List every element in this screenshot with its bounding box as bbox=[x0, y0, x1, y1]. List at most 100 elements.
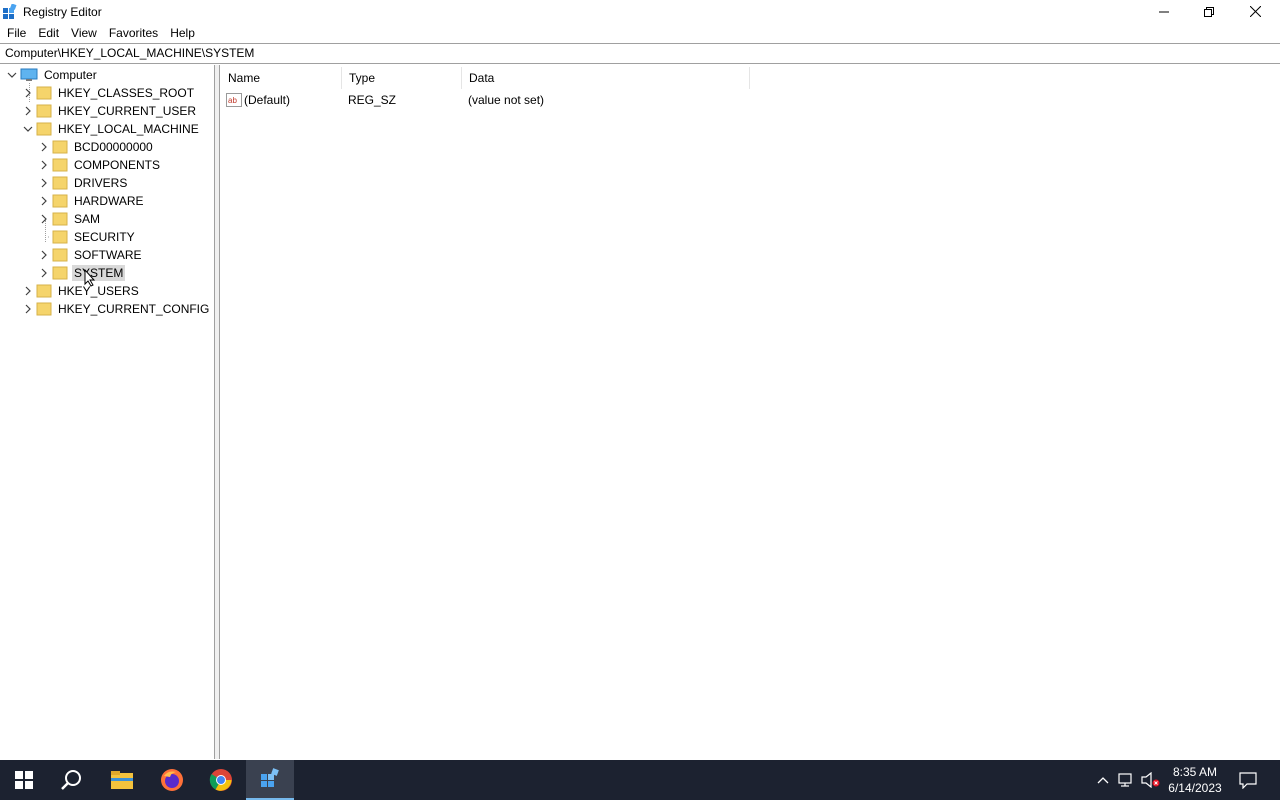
chevron-right-icon[interactable] bbox=[20, 283, 36, 299]
tree-item-label: BCD00000000 bbox=[74, 140, 153, 154]
tree-item-hardware[interactable]: HARDWARE bbox=[36, 192, 146, 210]
registry-editor-icon bbox=[261, 768, 279, 787]
tree-item-label: Computer bbox=[44, 68, 97, 82]
tree-item-label: HARDWARE bbox=[74, 194, 144, 208]
value-type: REG_SZ bbox=[348, 93, 397, 107]
menu-help[interactable]: Help bbox=[164, 24, 201, 43]
minimize-button[interactable] bbox=[1141, 0, 1187, 23]
show-hidden-icons-button[interactable] bbox=[1093, 760, 1113, 800]
chevron-right-icon[interactable] bbox=[20, 301, 36, 317]
key-tree[interactable]: Computer HKEY_CLASSES_ROOT HKEY_CURRENT_… bbox=[0, 65, 215, 759]
tree-item-label: HKEY_CURRENT_USER bbox=[58, 104, 197, 118]
volume-muted-icon bbox=[1141, 772, 1160, 788]
taskbar-clock[interactable]: 8:35 AM 6/14/2023 bbox=[1160, 764, 1230, 796]
tree-item-label: DRIVERS bbox=[74, 176, 128, 190]
chevron-right-icon[interactable] bbox=[36, 157, 52, 173]
tree-item-label: COMPONENTS bbox=[74, 158, 161, 172]
list-item[interactable]: ab (Default) REG_SZ (value not set) bbox=[221, 91, 544, 109]
tree-item-label: HKEY_USERS bbox=[58, 284, 139, 298]
list-header: Name Type Data bbox=[221, 67, 751, 89]
tree-item-label: SECURITY bbox=[74, 230, 135, 244]
folder-icon bbox=[52, 212, 68, 226]
file-explorer-button[interactable] bbox=[98, 760, 146, 800]
minimize-icon bbox=[1159, 11, 1169, 12]
tree-item-hkey-classes-root[interactable]: HKEY_CLASSES_ROOT bbox=[20, 84, 196, 102]
chevron-right-icon[interactable] bbox=[36, 139, 52, 155]
value-data: (value not set) bbox=[468, 93, 545, 107]
registry-editor-icon bbox=[3, 3, 17, 19]
tree-item-label: HKEY_CLASSES_ROOT bbox=[58, 86, 195, 100]
folder-icon bbox=[52, 266, 68, 280]
tree-item-software[interactable]: SOFTWARE bbox=[36, 246, 144, 264]
tree-item-label: HKEY_CURRENT_CONFIG bbox=[58, 302, 210, 316]
tree-item-drivers[interactable]: DRIVERS bbox=[36, 174, 129, 192]
menu-edit[interactable]: Edit bbox=[32, 24, 65, 43]
pane-splitter[interactable] bbox=[215, 65, 220, 759]
chevron-right-icon[interactable] bbox=[36, 211, 52, 227]
tree-item-label-selected: SYSTEM bbox=[72, 265, 126, 281]
value-name: (Default) bbox=[244, 93, 291, 107]
folder-icon bbox=[36, 284, 52, 298]
chevron-right-icon[interactable] bbox=[36, 175, 52, 191]
window-title: Registry Editor bbox=[23, 4, 102, 19]
chevron-right-icon[interactable] bbox=[20, 103, 36, 119]
chevron-up-icon bbox=[1097, 777, 1109, 784]
tree-connector bbox=[36, 229, 52, 245]
menu-file[interactable]: File bbox=[1, 24, 32, 43]
action-center-button[interactable] bbox=[1232, 760, 1264, 800]
computer-icon bbox=[20, 68, 38, 81]
tree-item-hkey-local-machine[interactable]: HKEY_LOCAL_MACHINE bbox=[20, 120, 201, 138]
restore-button[interactable] bbox=[1186, 0, 1232, 23]
close-button[interactable] bbox=[1232, 0, 1278, 23]
clock-date: 6/14/2023 bbox=[1168, 781, 1222, 795]
string-value-icon: ab bbox=[226, 93, 242, 107]
search-button[interactable] bbox=[48, 760, 96, 800]
column-header-type[interactable]: Type bbox=[342, 67, 462, 89]
taskbar: 8:35 AM 6/14/2023 bbox=[0, 760, 1280, 800]
notification-icon bbox=[1239, 772, 1257, 789]
folder-icon bbox=[52, 248, 68, 262]
chrome-button[interactable] bbox=[197, 760, 245, 800]
menu-view[interactable]: View bbox=[65, 24, 103, 43]
tree-item-hkey-users[interactable]: HKEY_USERS bbox=[20, 282, 141, 300]
folder-icon bbox=[52, 176, 68, 190]
tree-item-components[interactable]: COMPONENTS bbox=[36, 156, 162, 174]
menu-favorites[interactable]: Favorites bbox=[103, 24, 164, 43]
tree-item-computer[interactable]: Computer bbox=[4, 66, 99, 84]
clock-time: 8:35 AM bbox=[1172, 765, 1218, 779]
chevron-down-icon[interactable] bbox=[20, 121, 36, 137]
close-icon bbox=[1249, 6, 1261, 17]
network-icon bbox=[1118, 773, 1132, 787]
tree-item-system[interactable]: SYSTEM bbox=[36, 264, 126, 282]
folder-icon bbox=[36, 302, 52, 316]
chevron-right-icon[interactable] bbox=[36, 193, 52, 209]
tree-item-bcd[interactable]: BCD00000000 bbox=[36, 138, 155, 156]
start-icon bbox=[15, 771, 33, 789]
folder-icon bbox=[52, 194, 68, 208]
address-bar[interactable]: Computer\HKEY_LOCAL_MACHINE\SYSTEM bbox=[0, 43, 1280, 64]
firefox-button[interactable] bbox=[148, 760, 196, 800]
network-button[interactable] bbox=[1117, 760, 1137, 800]
values-list[interactable]: Name Type Data ab (Default) REG_SZ (valu… bbox=[221, 65, 1280, 759]
chevron-down-icon[interactable] bbox=[4, 67, 20, 83]
firefox-icon bbox=[161, 769, 183, 791]
menu-bar: File Edit View Favorites Help bbox=[0, 23, 1280, 43]
tree-item-security[interactable]: SECURITY bbox=[36, 228, 137, 246]
tree-item-hkey-current-user[interactable]: HKEY_CURRENT_USER bbox=[20, 102, 198, 120]
tree-item-hkey-current-config[interactable]: HKEY_CURRENT_CONFIG bbox=[20, 300, 211, 318]
column-header-name[interactable]: Name bbox=[221, 67, 342, 89]
restore-icon bbox=[1204, 6, 1214, 17]
folder-open-icon bbox=[36, 122, 52, 136]
column-header-data[interactable]: Data bbox=[462, 67, 750, 89]
folder-icon bbox=[36, 86, 52, 100]
mouse-cursor-icon bbox=[84, 269, 96, 287]
svg-text:ab: ab bbox=[228, 96, 237, 105]
chevron-right-icon[interactable] bbox=[36, 265, 52, 281]
volume-button[interactable] bbox=[1140, 760, 1162, 800]
chevron-right-icon[interactable] bbox=[20, 85, 36, 101]
registry-editor-taskbar-button[interactable] bbox=[246, 760, 294, 800]
start-button[interactable] bbox=[0, 760, 48, 800]
tree-item-sam[interactable]: SAM bbox=[36, 210, 102, 228]
folder-icon bbox=[52, 140, 68, 154]
chevron-right-icon[interactable] bbox=[36, 247, 52, 263]
